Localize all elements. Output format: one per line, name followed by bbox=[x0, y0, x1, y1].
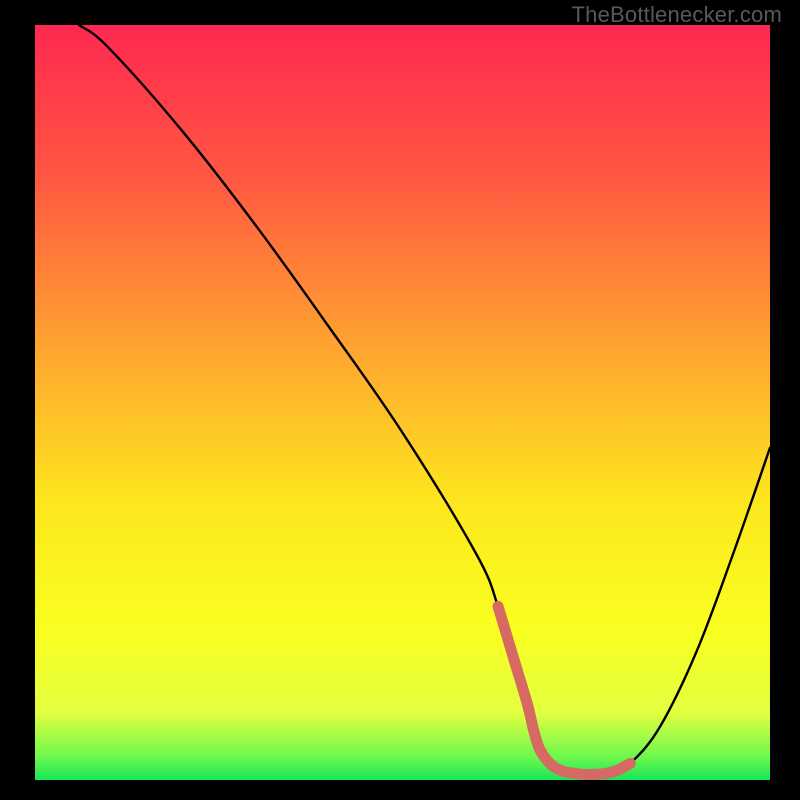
watermark-text: TheBottlenecker.com bbox=[572, 2, 782, 28]
chart-svg bbox=[35, 25, 770, 780]
chart-stage bbox=[35, 25, 770, 780]
chart-container: { "watermark": "TheBottlenecker.com", "c… bbox=[0, 0, 800, 800]
gradient-background bbox=[35, 25, 770, 780]
